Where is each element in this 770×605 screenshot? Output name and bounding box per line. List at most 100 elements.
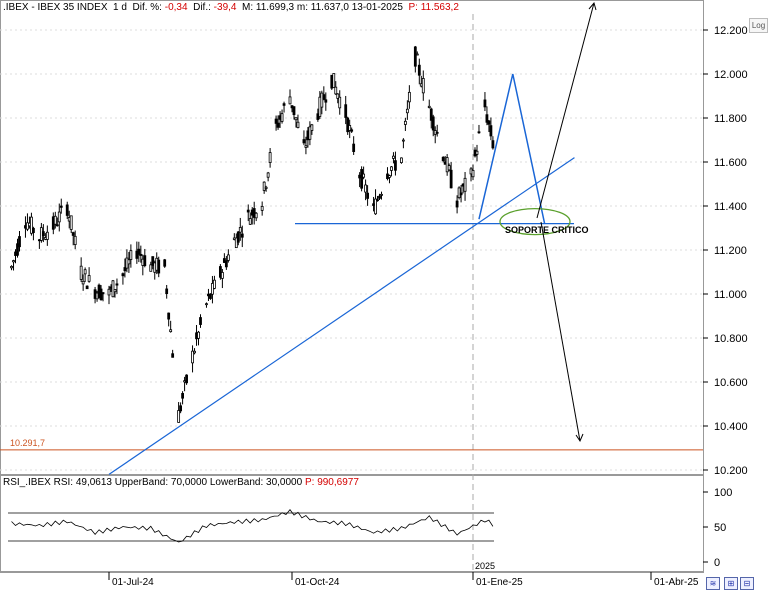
candle-body bbox=[441, 156, 445, 162]
y-tick-label: 10.200 bbox=[714, 465, 748, 477]
y-tick-label: 12.200 bbox=[714, 25, 748, 37]
candle-body bbox=[350, 129, 354, 132]
candle-body bbox=[32, 227, 35, 234]
upper-label: UpperBand: bbox=[114, 477, 169, 488]
candle-body bbox=[413, 46, 417, 67]
candle-body bbox=[236, 231, 240, 243]
price-header: .IBEX - IBEX 35 INDEX 1 d Dif. %: -0,34 … bbox=[3, 2, 459, 13]
candle-body bbox=[45, 231, 49, 240]
candle-body bbox=[276, 122, 280, 128]
rsi-name: RSI_.IBEX bbox=[3, 477, 51, 488]
candle-body bbox=[12, 260, 15, 263]
candle-body bbox=[163, 259, 167, 267]
candle-body bbox=[489, 125, 493, 137]
x-tick-label: 01-Jul-24 bbox=[112, 577, 154, 588]
x-tick-label: 01-Oct-24 bbox=[295, 577, 340, 588]
lower-value: 30,0000 bbox=[266, 477, 303, 488]
candle-body bbox=[280, 113, 284, 122]
candle-body bbox=[262, 181, 266, 191]
candle-body bbox=[57, 211, 61, 223]
trend-line bbox=[108, 157, 575, 475]
down-arrow-line bbox=[540, 221, 581, 442]
price-value: 11.563,2 bbox=[420, 2, 459, 13]
candle-body bbox=[427, 105, 431, 108]
y-tick-label: 12.000 bbox=[714, 69, 748, 81]
lower-label: LowerBand: bbox=[209, 477, 264, 488]
candle-body bbox=[81, 280, 85, 285]
max-label: M: bbox=[242, 2, 254, 13]
candle-body bbox=[338, 96, 342, 109]
price-label: P: bbox=[408, 2, 418, 13]
min-label: m: bbox=[296, 2, 308, 13]
candle-body bbox=[475, 150, 479, 155]
candle-body bbox=[260, 206, 264, 211]
candle-body bbox=[417, 64, 421, 76]
candlestick-series bbox=[10, 45, 495, 423]
candle-body bbox=[69, 215, 73, 230]
candle-body bbox=[415, 53, 419, 56]
candle-body bbox=[220, 272, 224, 279]
price-y-axis: 12.200 12.000 11.800 11.600 11.400 11.200 11.0… bbox=[703, 25, 748, 477]
candle-body bbox=[394, 160, 397, 171]
y-tick-label: 10.600 bbox=[714, 377, 748, 389]
candle-body bbox=[139, 253, 143, 256]
candle-body bbox=[364, 184, 367, 193]
candle-body bbox=[205, 303, 208, 306]
candle-body bbox=[455, 200, 459, 208]
candle-body bbox=[459, 192, 463, 196]
candle-body bbox=[167, 312, 171, 320]
candle-body bbox=[226, 254, 230, 261]
candle-body bbox=[143, 255, 147, 267]
candle-body bbox=[107, 288, 111, 296]
candle-body bbox=[224, 260, 228, 268]
log-scale-button[interactable]: Log bbox=[749, 18, 768, 33]
level-label: 10.291,7 bbox=[10, 438, 45, 448]
candle-body bbox=[282, 103, 286, 106]
candle-body bbox=[403, 120, 407, 125]
x-tick-label: 01-Abr-25 bbox=[654, 577, 699, 588]
candle-body bbox=[304, 145, 308, 148]
candle-body bbox=[99, 288, 103, 301]
rsi-panel: 100 50 0 bbox=[8, 487, 732, 569]
rsi-y-tick-label: 50 bbox=[714, 522, 726, 534]
rsi-y-tick-label: 0 bbox=[714, 557, 720, 569]
candle-body bbox=[264, 186, 268, 189]
candle-body bbox=[246, 209, 250, 213]
candle-body bbox=[322, 94, 326, 100]
candle-body bbox=[421, 78, 425, 94]
candle-body bbox=[374, 198, 377, 215]
candle-body bbox=[177, 410, 181, 423]
dif-label: Dif.: bbox=[193, 2, 211, 13]
candle-body bbox=[101, 292, 105, 295]
dif-pct-label: Dif. %: bbox=[132, 2, 162, 13]
y-tick-label: 11.200 bbox=[714, 245, 747, 257]
wave-icon[interactable]: ≋ bbox=[706, 577, 720, 590]
upper-value: 70,0000 bbox=[170, 477, 208, 488]
price-panel-border bbox=[0, 0, 704, 475]
candle-body bbox=[87, 275, 91, 282]
candle-body bbox=[179, 405, 183, 412]
candle-body bbox=[360, 169, 364, 189]
candle-body bbox=[449, 169, 453, 189]
rsi-line bbox=[11, 509, 494, 543]
candle-body bbox=[405, 108, 409, 114]
candle-body bbox=[288, 96, 292, 105]
candle-body bbox=[165, 288, 169, 294]
candle-body bbox=[209, 293, 212, 299]
candle-body bbox=[171, 353, 175, 358]
candle-body bbox=[199, 317, 202, 325]
y-tick-label: 11.400 bbox=[714, 201, 747, 213]
candle-body bbox=[238, 227, 242, 233]
candle-body bbox=[115, 283, 119, 286]
rsi-p-label: P: bbox=[304, 477, 315, 488]
candle-body bbox=[463, 177, 467, 192]
projection-path bbox=[478, 73, 546, 224]
date-value: 13-01-2025 bbox=[351, 2, 403, 13]
y-tick-label: 11.000 bbox=[714, 289, 747, 301]
candle-body bbox=[366, 192, 369, 199]
candle-body bbox=[169, 329, 173, 333]
candle-body bbox=[332, 73, 336, 88]
rsi-value: 49,0613 bbox=[75, 477, 112, 488]
expand-panel-icon[interactable]: ⊞ bbox=[724, 577, 738, 590]
collapse-panel-icon[interactable]: ⊟ bbox=[740, 577, 754, 590]
